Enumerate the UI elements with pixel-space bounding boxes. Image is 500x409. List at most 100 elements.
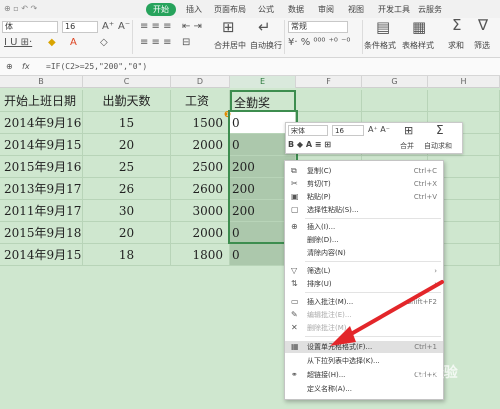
tab-formula[interactable]: 公式: [258, 4, 274, 15]
mini-merge-icon[interactable]: ⊞: [404, 124, 413, 137]
number-format-select[interactable]: 常规: [288, 21, 348, 33]
menu-item-edit-comment[interactable]: ✎ 编辑批注(E)...: [285, 309, 443, 321]
empty-cell[interactable]: [296, 90, 362, 112]
font-size-select[interactable]: 16: [62, 21, 98, 33]
menu-item-format-cells[interactable]: ▦ 设置单元格格式(F)... Ctrl+1: [285, 341, 443, 353]
font-name-select[interactable]: 体: [2, 21, 58, 33]
empty-cell[interactable]: [428, 90, 500, 112]
tab-review[interactable]: 审阅: [318, 4, 334, 15]
menu-item-delete[interactable]: 删除(D)...: [285, 234, 443, 246]
conditional-format-button[interactable]: 条件格式: [364, 40, 396, 51]
mini-font-select[interactable]: 宋体: [288, 125, 328, 136]
salary-cell[interactable]: 3000: [171, 200, 230, 222]
menu-item-paste-special[interactable]: ▢ 选择性粘贴(S)...: [285, 204, 443, 216]
font-color-icon[interactable]: A: [70, 38, 77, 48]
days-cell[interactable]: 18: [83, 244, 171, 266]
conditional-format-icon[interactable]: ▤: [376, 20, 390, 35]
table-style-icon[interactable]: ▦: [412, 20, 426, 35]
column-header-e[interactable]: E: [230, 76, 296, 88]
column-header-f[interactable]: F: [296, 76, 362, 88]
wrap-text-icon[interactable]: ↵: [258, 20, 271, 35]
date-cell[interactable]: 2014年9月16日: [0, 112, 83, 134]
warning-icon[interactable]: ❶: [224, 110, 231, 119]
days-cell[interactable]: 20: [83, 222, 171, 244]
merge-center-button[interactable]: 合并居中: [214, 40, 246, 51]
menu-item-delete-comment[interactable]: ✕ 删除批注(M): [285, 322, 443, 334]
shrink-font-icon[interactable]: A⁻: [118, 22, 130, 32]
salary-cell[interactable]: 1800: [171, 244, 230, 266]
clear-icon[interactable]: ◇: [100, 38, 108, 48]
table-style-button[interactable]: 表格样式: [402, 40, 434, 51]
salary-cell[interactable]: 2600: [171, 178, 230, 200]
zoom-icon[interactable]: ⊕: [6, 62, 13, 72]
tab-data[interactable]: 数据: [288, 4, 304, 15]
tab-page-layout[interactable]: 页面布局: [214, 4, 246, 15]
menu-item-insert[interactable]: ⊕ 插入(I)...: [285, 221, 443, 233]
formula-input[interactable]: =IF(C2>=25,"200","0"): [46, 62, 147, 72]
menu-item-insert-comment[interactable]: ▭ 插入批注(M)... Shift+F2: [285, 296, 443, 308]
column-header-c[interactable]: C: [83, 76, 171, 88]
header-row: 开始上班日期 出勤天数 工资 全勤奖: [0, 90, 500, 112]
header-cell[interactable]: 工资: [171, 90, 230, 112]
empty-cell[interactable]: [362, 90, 428, 112]
tab-home[interactable]: 开始: [146, 3, 176, 16]
menu-item-cut[interactable]: ✂ 剪切(T) Ctrl+X: [285, 178, 443, 190]
edit-comment-icon: ✎: [291, 310, 298, 319]
filter-icon[interactable]: ∇: [478, 18, 488, 33]
mini-sum-icon[interactable]: Σ: [436, 123, 444, 137]
filter-button[interactable]: 筛选: [474, 40, 490, 51]
days-cell[interactable]: 30: [83, 200, 171, 222]
merge-center-icon[interactable]: ⊞: [222, 20, 235, 35]
distribute-icon[interactable]: ⊟: [182, 38, 190, 48]
date-cell[interactable]: 2015年9月18日: [0, 222, 83, 244]
indent-icons[interactable]: ⇤ ⇥: [182, 22, 202, 32]
salary-cell[interactable]: 2000: [171, 222, 230, 244]
menu-item-define-name[interactable]: 定义名称(A)...: [285, 383, 443, 395]
column-header-b[interactable]: B: [0, 76, 83, 88]
column-header-h[interactable]: H: [428, 76, 500, 88]
days-cell[interactable]: 26: [83, 178, 171, 200]
tab-cloud[interactable]: 云服务: [418, 4, 442, 15]
header-cell[interactable]: 出勤天数: [83, 90, 171, 112]
header-cell[interactable]: 开始上班日期: [0, 90, 83, 112]
comment-icon: ▭: [291, 297, 299, 306]
days-cell[interactable]: 20: [83, 134, 171, 156]
column-header-d[interactable]: D: [171, 76, 230, 88]
days-cell[interactable]: 15: [83, 112, 171, 134]
tab-developer[interactable]: 开发工具: [378, 4, 410, 15]
menu-item-paste[interactable]: ▣ 粘贴(P) Ctrl+V: [285, 191, 443, 203]
fx-icon[interactable]: fx: [22, 62, 30, 72]
mini-autosum-button[interactable]: 自动求和: [424, 141, 452, 151]
mini-font-size-icons[interactable]: A⁺ A⁻: [368, 125, 390, 134]
menu-item-clear[interactable]: 清除内容(N): [285, 247, 443, 259]
salary-cell[interactable]: 1500: [171, 112, 230, 134]
fill-color-icon[interactable]: ◆: [48, 38, 56, 48]
menu-item-sort[interactable]: ⇅ 排序(U) ›: [285, 278, 443, 290]
menu-item-copy[interactable]: ⧉ 复制(C) Ctrl+C: [285, 165, 443, 177]
sum-button[interactable]: 求和: [448, 40, 464, 51]
salary-cell[interactable]: 2500: [171, 156, 230, 178]
grow-font-icon[interactable]: A⁺: [102, 22, 114, 32]
header-cell[interactable]: 全勤奖: [230, 90, 296, 112]
align-top-icons[interactable]: ≡ ≡ ≡: [140, 22, 172, 32]
wrap-text-button[interactable]: 自动换行: [250, 40, 282, 51]
tab-insert[interactable]: 插入: [186, 4, 202, 15]
column-header-g[interactable]: G: [362, 76, 428, 88]
menu-item-filter[interactable]: ▽ 筛选(L) ›: [285, 265, 443, 277]
days-cell[interactable]: 25: [83, 156, 171, 178]
italic-underline-icons[interactable]: I U ⊞·: [4, 38, 32, 48]
date-cell[interactable]: 2014年9月15日: [0, 244, 83, 266]
date-cell[interactable]: 2013年9月17日: [0, 178, 83, 200]
date-cell[interactable]: 2015年9月16日: [0, 156, 83, 178]
date-cell[interactable]: 2014年9月15日: [0, 134, 83, 156]
mini-size-select[interactable]: 16: [332, 125, 364, 136]
quick-access-icons[interactable]: ⊕ ▫ ↶ ↷: [4, 4, 37, 13]
mini-merge-button[interactable]: 合并: [400, 141, 414, 151]
sum-icon[interactable]: Σ: [452, 18, 461, 33]
align-horizontal-icons[interactable]: ≡ ≡ ≡: [140, 38, 172, 48]
tab-view[interactable]: 视图: [348, 4, 364, 15]
number-format-icons[interactable]: ¥· % ⁰⁰⁰ ⁺⁰ ⁻⁰: [288, 38, 350, 48]
salary-cell[interactable]: 2000: [171, 134, 230, 156]
date-cell[interactable]: 2011年9月17日: [0, 200, 83, 222]
mini-format-icons[interactable]: B ◆ A ≡ ⊞: [288, 140, 331, 149]
